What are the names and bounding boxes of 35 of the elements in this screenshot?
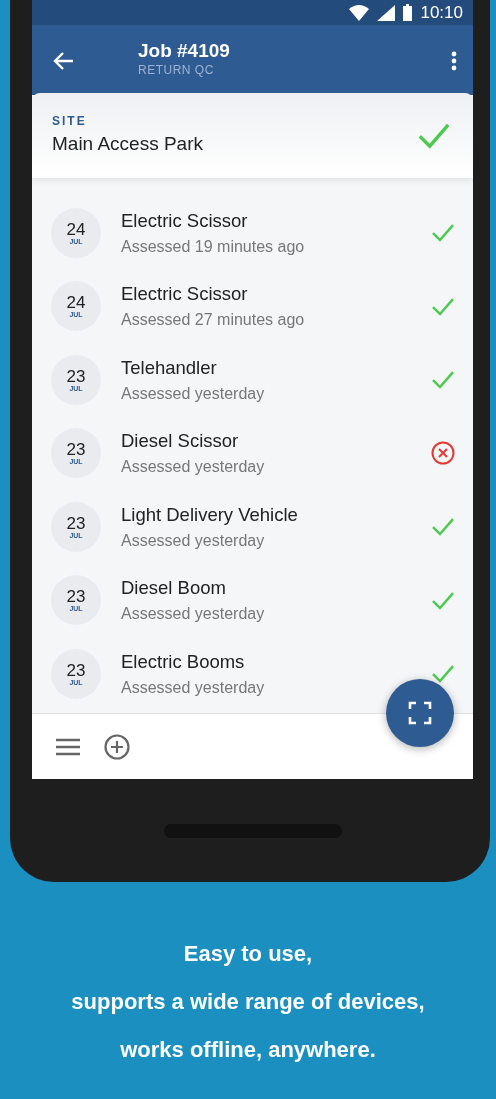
wifi-icon — [349, 4, 370, 21]
job-type: RETURN QC — [138, 62, 215, 80]
date-day: 23 — [66, 367, 86, 385]
assessment-time: Assessed yesterday — [121, 530, 266, 551]
assessment-time: Assessed 19 minutes ago — [121, 236, 306, 257]
assessment-title: Diesel Boom — [121, 576, 227, 601]
assessment-time: Assessed yesterday — [121, 677, 266, 698]
date-day: 23 — [66, 441, 86, 459]
assessment-title: Telehandler — [121, 355, 218, 380]
date-day: 24 — [66, 294, 86, 312]
site-name: Main Access Park — [52, 132, 203, 157]
assessment-time: Assessed yesterday — [121, 383, 266, 404]
scan-frame-icon — [408, 701, 432, 725]
tagline-text: Easy to use, — [182, 940, 314, 968]
date-day: 23 — [66, 588, 86, 606]
signal-icon — [377, 4, 396, 21]
assessment-time: Assessed yesterday — [121, 604, 266, 625]
date-day: 23 — [66, 514, 86, 532]
clock-text: 10:10 — [420, 1, 463, 24]
assessment-title: Electric Scissor — [121, 282, 249, 307]
assessment-title: Electric Booms — [121, 649, 246, 674]
date-day: 23 — [66, 661, 86, 679]
assessment-title: Electric Scissor — [121, 208, 249, 233]
assessment-time: Assessed 27 minutes ago — [121, 310, 306, 331]
assessment-title: Diesel Scissor — [121, 429, 240, 454]
scan-button[interactable] — [386, 679, 454, 747]
site-label: SITE — [52, 113, 88, 131]
job-title: Job #4109 — [138, 40, 231, 62]
assessment-time: Assessed yesterday — [121, 457, 266, 478]
tagline-text: works offline, anywhere. — [119, 1036, 377, 1064]
assessment-title: Light Delivery Vehicle — [121, 502, 299, 527]
tagline-text: supports a wide range of devices, — [70, 988, 426, 1016]
date-day: 24 — [66, 220, 86, 238]
battery-icon — [403, 4, 413, 21]
add-button[interactable] — [104, 733, 130, 760]
